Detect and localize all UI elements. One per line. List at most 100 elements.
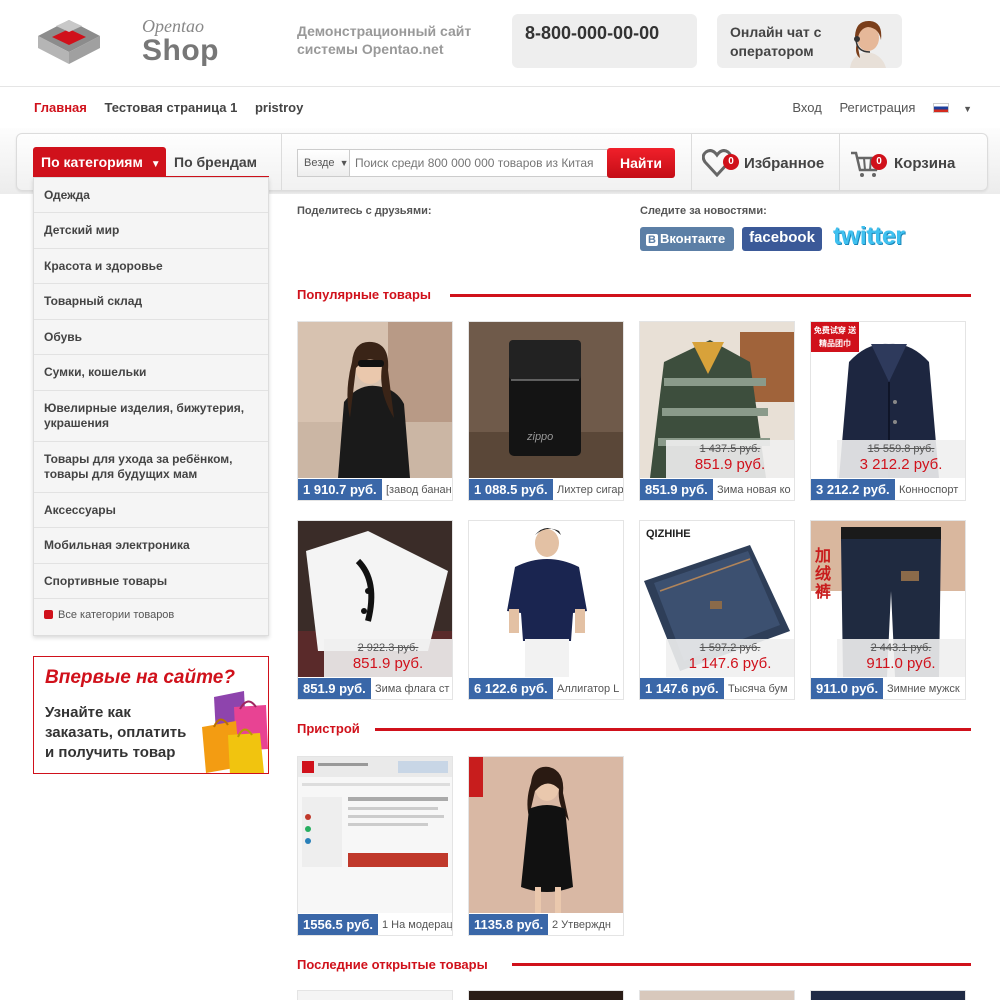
price-tag: 1 910.7 руб. — [298, 479, 382, 500]
arrow-right-icon — [44, 610, 53, 619]
nav-test-page[interactable]: Тестовая страница 1 — [105, 100, 238, 115]
site-logo[interactable]: Opentao Shop — [36, 16, 219, 72]
recent-product-thumb[interactable] — [468, 990, 624, 1000]
recent-product-thumb[interactable] — [297, 990, 453, 1000]
svg-text:加: 加 — [814, 547, 831, 565]
language-dropdown-icon[interactable]: ▼ — [963, 104, 972, 114]
price-tag: 911.0 руб. — [811, 678, 884, 699]
nav-home[interactable]: Главная — [34, 100, 87, 115]
product-card[interactable]: 1 910.7 руб. [завод банан — [297, 321, 453, 501]
price-tag: 1 088.5 руб. — [469, 479, 553, 500]
product-card[interactable]: 1 437.5 руб. 851.9 руб. 851.9 руб. Зима нов… — [639, 321, 795, 501]
chat-label: Онлайн чат с оператором — [730, 24, 822, 59]
category-item[interactable]: Детский мир — [34, 213, 268, 249]
all-categories-label: Все категории товаров — [58, 609, 175, 621]
price-tag: 1556.5 руб. — [298, 914, 379, 935]
promo-badge: 免费试穿 送精品团巾 — [811, 322, 859, 352]
svg-text:裤: 裤 — [815, 582, 831, 601]
product-name: Зима новая ко — [717, 484, 791, 496]
shopping-bags-icon — [202, 691, 268, 773]
product-card[interactable]: QIZHIHE 1 597.2 руб. 1 147.6 руб. 1 147.6 р… — [639, 520, 795, 700]
discount-overlay: 2 443.1 руб. 911.0 руб. — [837, 639, 965, 677]
register-link[interactable]: Регистрация — [839, 100, 915, 115]
user-navigation: Вход Регистрация ▼ — [778, 100, 972, 115]
search-scope-select[interactable]: Везде ▼ — [297, 149, 350, 177]
category-item[interactable]: Одежда — [34, 178, 268, 213]
favorites-count-badge: 0 — [723, 154, 739, 170]
login-link[interactable]: Вход — [792, 100, 821, 115]
search-input[interactable] — [350, 149, 608, 177]
product-card[interactable]: 2 922.3 руб. 851.9 руб. 851.9 руб. Зима фла… — [297, 520, 453, 700]
section-divider — [450, 294, 971, 297]
price-tag: 1135.8 руб. — [469, 914, 549, 935]
cart-count-badge: 0 — [871, 154, 887, 170]
product-name: 2 Утверждн — [552, 919, 612, 931]
chevron-down-icon: ▼ — [150, 159, 161, 170]
product-card[interactable]: 免费试穿 送精品团巾 15 559.8 руб. 3 212.2 руб. 3 212… — [810, 321, 966, 501]
search-button[interactable]: Найти — [607, 148, 675, 178]
facebook-button[interactable]: facebook — [742, 227, 822, 251]
recent-product-thumb[interactable] — [639, 990, 795, 1000]
banner-text: Узнайте как заказать, оплатить и получит… — [45, 704, 187, 761]
recent-product-thumb[interactable] — [810, 990, 966, 1000]
section-title-popular: Популярные товары — [297, 287, 432, 302]
category-item[interactable]: Красота и здоровье — [34, 249, 268, 284]
price-tag: 851.9 руб. — [640, 479, 713, 500]
logo-title: Shop — [142, 34, 219, 67]
product-card[interactable]: 6 122.6 руб. Аллигатор L — [468, 520, 624, 700]
section-title-recent: Последние открытые товары — [297, 957, 488, 972]
product-image — [469, 521, 623, 677]
product-name: Зима флага ст — [375, 683, 450, 695]
product-card[interactable]: 1135.8 руб. 2 Утверждн — [468, 756, 624, 936]
discount-overlay: 1 597.2 руб. 1 147.6 руб. — [666, 639, 794, 677]
section-divider — [512, 963, 971, 966]
twitter-button[interactable]: twitter — [833, 222, 905, 251]
product-image — [298, 322, 452, 478]
header-divider — [0, 86, 1000, 87]
category-item[interactable]: Спортивные товары — [34, 564, 268, 599]
top-navigation: Главная Тестовая страница 1 pristroy — [34, 100, 317, 115]
svg-text:绒: 绒 — [815, 564, 831, 583]
vkontakte-button[interactable]: B Вконтакте — [640, 227, 734, 251]
sale-price: 851.9 руб. — [352, 655, 424, 672]
product-name: 1 На модерац — [382, 919, 452, 931]
product-name: [завод банан — [386, 484, 452, 496]
russian-flag-icon[interactable] — [933, 103, 950, 113]
section-divider — [375, 728, 971, 731]
nav-pristroy[interactable]: pristroy — [255, 100, 303, 115]
category-item[interactable]: Мобильная электроника — [34, 528, 268, 564]
sale-price: 851.9 руб. — [694, 456, 766, 473]
category-item[interactable]: Аксессуары — [34, 493, 268, 528]
price-tag: 6 122.6 руб. — [469, 678, 553, 699]
favorites-label: Избранное — [744, 155, 825, 172]
product-image: zippo — [469, 322, 623, 478]
price-tag: 3 212.2 руб. — [811, 479, 895, 500]
bar-divider — [691, 133, 692, 191]
tab-by-categories-label: По категориям — [41, 154, 143, 170]
category-item[interactable]: Сумки, кошельки — [34, 355, 268, 391]
phone-number: 8-800-000-00-00 — [512, 14, 697, 68]
product-image — [298, 757, 452, 913]
discount-overlay: 1 437.5 руб. 851.9 руб. — [666, 440, 794, 478]
operator-avatar — [842, 14, 892, 68]
product-image — [469, 757, 623, 913]
header: Opentao Shop Демонстрационный сайт систе… — [0, 0, 1000, 88]
tab-by-categories[interactable]: По категориям ▼ — [33, 147, 166, 178]
product-card[interactable]: zippo 1 088.5 руб. Лихтер сигарет — [468, 321, 624, 501]
category-item[interactable]: Ювелирные изделия, бижутерия, украшения — [34, 391, 268, 442]
online-chat-button[interactable]: Онлайн чат с оператором — [717, 14, 902, 68]
category-item[interactable]: Обувь — [34, 320, 268, 355]
product-card[interactable]: 加绒裤2 443.1 руб. 911.0 руб. 911.0 руб. Зимни… — [810, 520, 966, 700]
old-price: 1 437.5 руб. — [699, 443, 761, 455]
logo-cube-icon — [38, 20, 100, 64]
category-item[interactable]: Товары для ухода за ребёнком, товары для… — [34, 442, 268, 493]
first-visit-banner[interactable]: Впервые на сайте? Узнайте как заказать, … — [33, 656, 269, 774]
all-categories-link[interactable]: Все категории товаров — [44, 609, 174, 621]
site-tagline: Демонстрационный сайт системы Opentao.ne… — [297, 23, 472, 57]
product-card[interactable]: 1556.5 руб. 1 На модерац — [297, 756, 453, 936]
sale-price: 3 212.2 руб. — [859, 456, 943, 473]
tab-by-brands[interactable]: По брендам — [166, 147, 269, 178]
category-menu: Одежда Детский мир Красота и здоровье Товар… — [33, 177, 269, 636]
category-item[interactable]: Товарный склад — [34, 284, 268, 320]
vk-logo-icon: B — [646, 234, 658, 246]
